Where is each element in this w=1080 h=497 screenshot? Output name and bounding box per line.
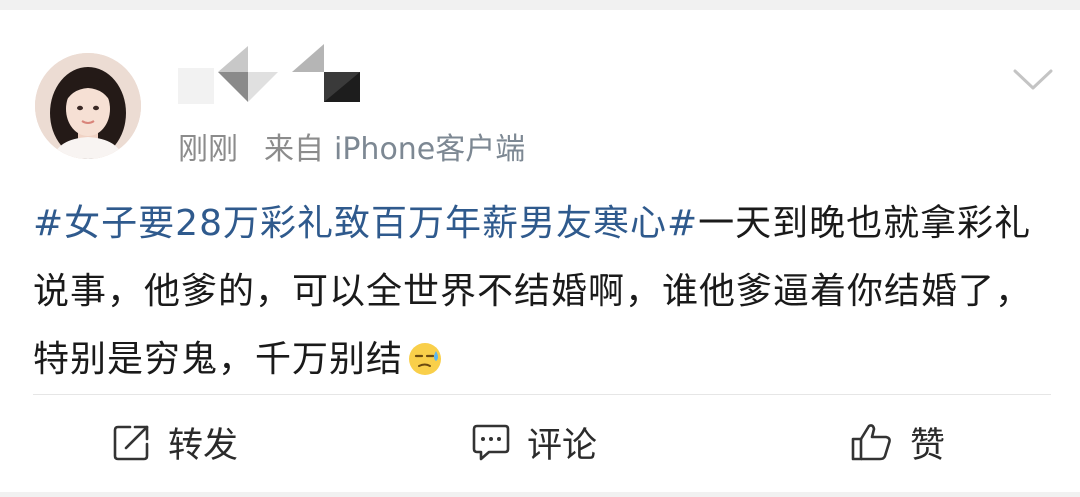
more-menu-button[interactable]: [1012, 66, 1054, 94]
share-arrow-icon: [113, 425, 149, 461]
post-time: 刚刚: [178, 132, 238, 167]
username-redacted[interactable]: [178, 44, 368, 108]
sweat-emoji-icon: [409, 343, 442, 375]
chevron-down-icon: [1013, 69, 1053, 90]
repost-label: 转发: [168, 425, 239, 466]
weibo-post-card: 刚刚 来自 iPhone客户端 #女子要28万彩礼致百万年薪男友寒心#一天到晚也…: [0, 10, 1080, 492]
repost-button[interactable]: 转发: [112, 417, 238, 467]
action-bar: 转发 评论 赞: [0, 395, 1080, 492]
comment-label: 评论: [527, 425, 598, 466]
post-content: #女子要28万彩礼致百万年薪男友寒心#一天到晚也就拿彩礼说事，他爹的，可以全世界…: [33, 190, 1051, 394]
avatar-image: [35, 53, 141, 159]
feed-gap-bottom: [0, 492, 1080, 497]
avatar[interactable]: [35, 53, 141, 159]
sweat-emoji: [407, 332, 443, 375]
comment-button[interactable]: 评论: [471, 417, 597, 467]
like-label: 赞: [910, 425, 946, 466]
redaction-mosaic: [178, 44, 360, 104]
post-source-app: iPhone客户端: [334, 132, 526, 167]
like-button[interactable]: 赞: [850, 417, 945, 467]
topic-hashtag-link[interactable]: #女子要28万彩礼致百万年薪男友寒心#: [33, 203, 698, 244]
post-source-prefix: 来自: [264, 132, 324, 167]
feed-gap-top: [0, 0, 1080, 10]
thumbs-up-icon: [851, 424, 891, 461]
comment-bubble-icon: [472, 424, 510, 461]
post-meta: 刚刚 来自 iPhone客户端: [178, 128, 525, 167]
